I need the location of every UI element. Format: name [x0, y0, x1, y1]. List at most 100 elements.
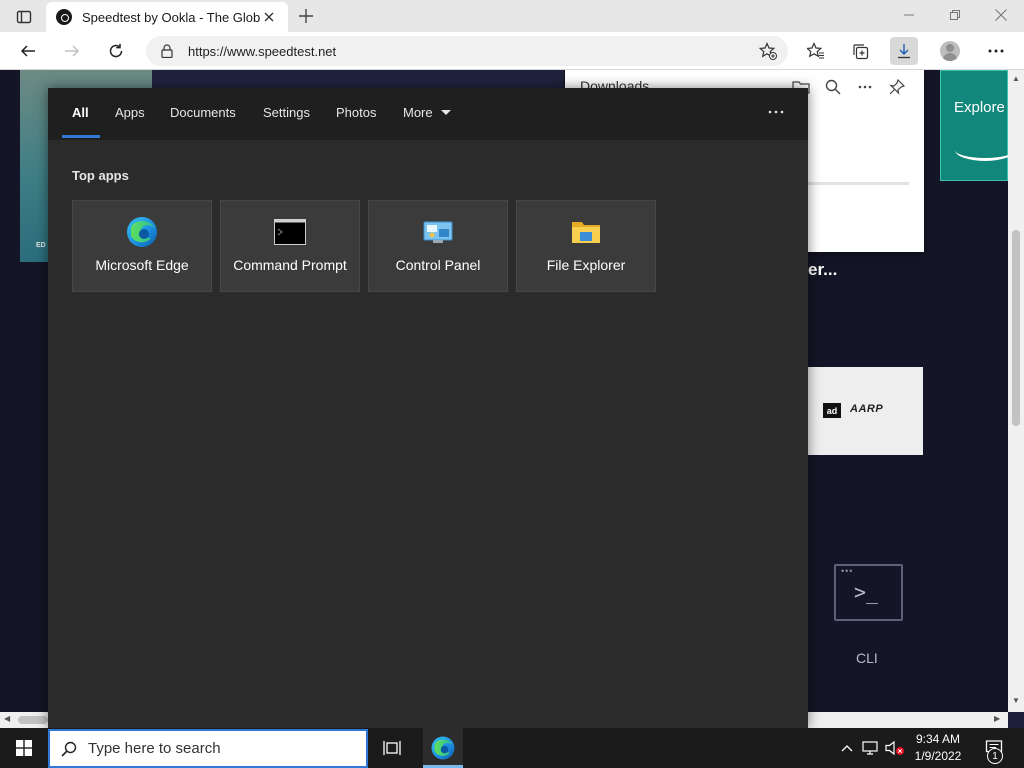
address-bar[interactable]: https://www.speedtest.net [146, 36, 788, 66]
address-url: https://www.speedtest.net [188, 43, 337, 59]
tile-label: Command Prompt [233, 257, 347, 273]
taskbar-search-box[interactable] [48, 729, 368, 768]
clock-time: 9:34 AM [915, 732, 961, 746]
notification-count-badge: 1 [987, 748, 1003, 764]
search-icon [825, 79, 841, 95]
explore-text: Explore [954, 99, 1005, 116]
tab-photos[interactable]: Photos [336, 105, 376, 120]
top-app-microsoft-edge[interactable]: Microsoft Edge [72, 200, 212, 292]
add-favorite-button[interactable] [754, 37, 782, 65]
minimize-button[interactable] [886, 0, 932, 30]
cli-terminal-icon[interactable]: ••• >_ [834, 564, 903, 621]
tab-settings[interactable]: Settings [263, 105, 310, 120]
restore-button[interactable] [932, 0, 978, 30]
collections-icon [853, 44, 869, 60]
top-app-control-panel[interactable]: Control Panel [368, 200, 508, 292]
windows-logo-icon [16, 740, 32, 756]
profile-button[interactable] [936, 37, 964, 65]
tile-label: Control Panel [395, 257, 481, 273]
restore-icon [950, 10, 960, 20]
search-input[interactable] [88, 740, 348, 757]
refresh-button[interactable] [102, 37, 130, 65]
edge-icon [431, 736, 455, 760]
scroll-up-icon[interactable]: ▲ [1012, 74, 1020, 83]
volume-muted-icon [885, 740, 904, 756]
settings-and-more-button[interactable] [982, 37, 1010, 65]
window-close-button[interactable] [978, 0, 1024, 30]
avatar [940, 41, 960, 61]
close-icon [264, 12, 274, 22]
search-downloads-button[interactable] [821, 76, 845, 98]
downloads-button[interactable] [890, 37, 918, 65]
tab-actions-icon [16, 10, 32, 24]
more-horizontal-icon [988, 49, 1004, 53]
tab-all[interactable]: All [72, 105, 89, 120]
favorites-button[interactable] [802, 37, 830, 65]
close-icon [995, 9, 1007, 21]
arrow-right-icon [65, 45, 80, 57]
plus-icon [299, 9, 313, 23]
ad-badge: ad [823, 403, 841, 418]
tile-label: File Explorer [546, 257, 626, 273]
page-header-strip [152, 70, 564, 90]
explore-banner[interactable]: Explore [940, 70, 1008, 181]
hero-image-label: ED [36, 242, 46, 249]
vertical-scroll-thumb[interactable] [1012, 230, 1020, 426]
download-icon [898, 44, 910, 59]
edge-icon [125, 215, 159, 249]
pin-downloads-button[interactable] [885, 76, 909, 98]
tab-more[interactable]: More [403, 105, 451, 120]
top-apps-heading: Top apps [72, 168, 129, 183]
top-app-command-prompt[interactable]: Command Prompt [220, 200, 360, 292]
lock-icon [160, 43, 174, 59]
search-filter-tabs: All Apps Documents Settings Photos More [48, 88, 808, 140]
tab-documents[interactable]: Documents [170, 105, 236, 120]
page-heading-fragment: er... [808, 260, 838, 279]
prompt-icon: >_ [854, 580, 879, 604]
tab-close-button[interactable] [260, 8, 278, 26]
windows-search-panel: All Apps Documents Settings Photos More … [48, 88, 808, 728]
taskbar: 9:34 AM 1/9/2022 1 [0, 728, 1024, 768]
clock-date: 1/9/2022 [914, 749, 962, 763]
swoosh-icon [955, 139, 1008, 161]
forward-button[interactable] [58, 37, 86, 65]
network-button[interactable] [861, 738, 881, 758]
control-panel-icon [421, 215, 455, 249]
tab-more-label: More [403, 105, 433, 120]
volume-button[interactable] [885, 738, 905, 758]
scroll-left-icon[interactable]: ◀ [4, 714, 10, 723]
new-tab-button[interactable] [296, 6, 316, 26]
tab-actions-button[interactable] [8, 6, 40, 28]
tab-apps[interactable]: Apps [115, 105, 145, 120]
downloads-progress-track [805, 182, 909, 185]
horizontal-scroll-thumb[interactable] [18, 716, 48, 724]
browser-tab-speedtest[interactable]: Speedtest by Ookla - The Globa [46, 2, 288, 32]
scroll-right-icon[interactable]: ▶ [994, 714, 1000, 723]
top-app-file-explorer[interactable]: File Explorer [516, 200, 656, 292]
tile-label: Microsoft Edge [95, 257, 189, 273]
window-dots-icon: ••• [841, 566, 854, 576]
start-button[interactable] [0, 728, 48, 768]
search-options-button[interactable] [764, 102, 788, 122]
taskbar-edge-button[interactable] [423, 728, 463, 768]
file-explorer-icon [569, 215, 603, 249]
caret-down-icon [440, 110, 451, 115]
pin-icon [889, 79, 905, 95]
network-icon [862, 741, 878, 755]
ad-brand-logo: AARP [850, 403, 884, 415]
system-clock[interactable]: 9:34 AM 1/9/2022 [906, 731, 970, 765]
minimize-icon [904, 14, 914, 16]
back-button[interactable] [14, 37, 42, 65]
more-horizontal-icon [858, 85, 872, 89]
collections-button[interactable] [846, 37, 874, 65]
browser-toolbar: https://www.speedtest.net [0, 32, 1024, 70]
arrow-left-icon [20, 45, 35, 57]
advertisement[interactable]: ad AARP [808, 367, 923, 455]
vertical-scrollbar[interactable]: ▲ ▼ [1008, 70, 1024, 712]
task-view-button[interactable] [372, 728, 412, 768]
downloads-more-button[interactable] [853, 76, 877, 98]
show-hidden-icons-button[interactable] [837, 738, 857, 758]
chevron-up-icon [841, 745, 853, 752]
favorites-icon [807, 42, 824, 59]
scroll-down-icon[interactable]: ▼ [1012, 696, 1020, 705]
